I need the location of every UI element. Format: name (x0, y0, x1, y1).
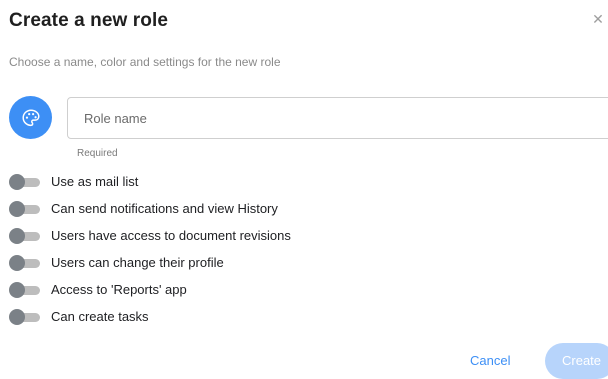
setting-label: Can send notifications and view History (51, 201, 278, 216)
setting-reports-app[interactable]: Access to 'Reports' app (9, 276, 291, 303)
mail-list-toggle[interactable] (9, 173, 40, 190)
close-icon[interactable]: ✕ (591, 12, 605, 26)
setting-label: Use as mail list (51, 174, 139, 189)
change-profile-toggle[interactable] (9, 254, 40, 271)
create-button[interactable]: Create (545, 343, 608, 379)
setting-label: Users have access to document revisions (51, 228, 291, 243)
role-color-button[interactable] (9, 96, 52, 139)
setting-notifications-history[interactable]: Can send notifications and view History (9, 195, 291, 222)
dialog-subtitle: Choose a name, color and settings for th… (9, 55, 281, 69)
cancel-button[interactable]: Cancel (470, 353, 510, 368)
role-name-helper: Required (77, 148, 118, 159)
role-name-field[interactable] (67, 97, 608, 139)
notifications-history-toggle[interactable] (9, 200, 40, 217)
setting-label: Can create tasks (51, 309, 149, 324)
setting-document-revisions[interactable]: Users have access to document revisions (9, 222, 291, 249)
setting-create-tasks[interactable]: Can create tasks (9, 303, 291, 330)
setting-change-profile[interactable]: Users can change their profile (9, 249, 291, 276)
create-tasks-toggle[interactable] (9, 308, 40, 325)
role-name-input[interactable] (82, 109, 608, 127)
create-role-dialog: Create a new role ✕ Choose a name, color… (0, 0, 608, 379)
document-revisions-toggle[interactable] (9, 227, 40, 244)
palette-icon (21, 108, 40, 126)
setting-label: Users can change their profile (51, 255, 224, 270)
setting-label: Access to 'Reports' app (51, 282, 187, 297)
reports-app-toggle[interactable] (9, 281, 40, 298)
setting-mail-list[interactable]: Use as mail list (9, 168, 291, 195)
dialog-title: Create a new role (9, 10, 169, 31)
role-settings-list: Use as mail list Can send notifications … (9, 168, 291, 330)
